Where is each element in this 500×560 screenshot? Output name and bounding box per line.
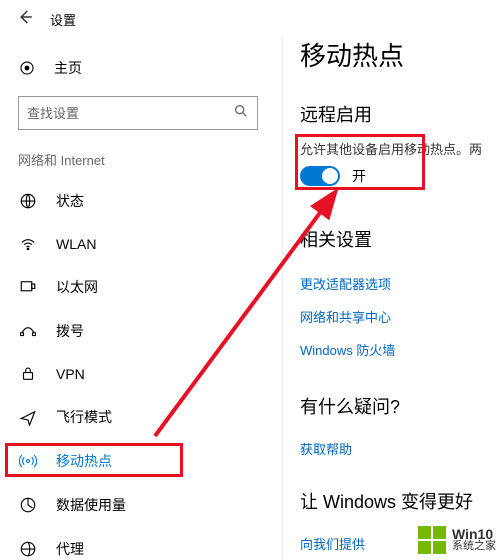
link-adapter-options[interactable]: 更改适配器选项 [300, 274, 500, 293]
search-wrap [18, 96, 262, 130]
sidebar-home-label: 主页 [54, 58, 82, 78]
search-input[interactable] [27, 106, 217, 121]
section-title-help: 有什么疑问? [300, 393, 500, 419]
search-icon [233, 103, 249, 124]
section-title-remote: 远程启用 [300, 101, 500, 127]
airplane-icon [18, 408, 38, 426]
section-title-related: 相关设置 [300, 226, 500, 252]
sidebar: 主页 网络和 Internet 状态 WLAN 以太网 拨号 [0, 48, 280, 560]
sidebar-group-label: 网络和 Internet [0, 144, 280, 179]
sidebar-item-label: 飞行模式 [56, 407, 112, 427]
toggle-label: 开 [352, 166, 366, 186]
wlan-icon [18, 235, 38, 253]
sidebar-item-status[interactable]: 状态 [0, 179, 280, 223]
related-settings-section: 相关设置 更改适配器选项 网络和共享中心 Windows 防火墙 [300, 226, 500, 359]
search-box[interactable] [18, 96, 258, 130]
sidebar-item-airplane[interactable]: 飞行模式 [0, 395, 280, 439]
sidebar-item-hotspot[interactable]: 移动热点 [0, 439, 280, 483]
settings-window: 设置 主页 网络和 Internet 状态 WLAN [0, 0, 500, 560]
sidebar-item-label: VPN [56, 366, 85, 382]
main-panel: 移动热点 远程启用 允许其他设备启用移动热点。两 开 相关设置 更改适配器选项 … [300, 36, 500, 560]
page-title: 移动热点 [300, 36, 500, 73]
proxy-icon [18, 540, 38, 558]
vpn-icon [18, 365, 38, 383]
sidebar-home[interactable]: 主页 [0, 48, 280, 88]
remote-desc: 允许其他设备启用移动热点。两 [300, 139, 500, 158]
sidebar-item-ethernet[interactable]: 以太网 [0, 265, 280, 309]
section-title-better: 让 Windows 变得更好 [300, 488, 500, 514]
sidebar-item-label: WLAN [56, 236, 96, 252]
status-icon [18, 192, 38, 210]
back-button[interactable] [16, 8, 34, 31]
sidebar-item-label: 拨号 [56, 321, 84, 341]
watermark-line1: Win10 [452, 528, 496, 540]
dialup-icon [18, 322, 38, 340]
remote-enable-toggle[interactable] [300, 166, 340, 186]
ethernet-icon [18, 278, 38, 296]
link-windows-firewall[interactable]: Windows 防火墙 [300, 340, 500, 359]
watermark-line2: 系统之家 [452, 540, 496, 552]
watermark-logo: Win10 系统之家 [418, 526, 496, 554]
link-get-help[interactable]: 获取帮助 [300, 439, 500, 458]
sidebar-item-label: 数据使用量 [56, 495, 126, 515]
home-icon [18, 59, 36, 77]
sidebar-item-vpn[interactable]: VPN [0, 353, 280, 395]
sidebar-item-datausage[interactable]: 数据使用量 [0, 483, 280, 527]
link-network-sharing[interactable]: 网络和共享中心 [300, 307, 500, 326]
remote-enable-section: 远程启用 允许其他设备启用移动热点。两 开 [300, 101, 500, 186]
datausage-icon [18, 496, 38, 514]
sidebar-item-proxy[interactable]: 代理 [0, 527, 280, 560]
sidebar-item-label: 状态 [56, 191, 84, 211]
sidebar-item-wlan[interactable]: WLAN [0, 223, 280, 265]
divider [282, 36, 283, 560]
back-arrow-icon [16, 8, 34, 26]
windows-logo-icon [418, 526, 446, 554]
sidebar-item-dialup[interactable]: 拨号 [0, 309, 280, 353]
sidebar-item-label: 以太网 [56, 277, 98, 297]
sidebar-item-label: 代理 [56, 539, 84, 559]
app-title: 设置 [50, 10, 76, 29]
sidebar-item-label: 移动热点 [56, 451, 112, 471]
hotspot-icon [18, 452, 38, 470]
help-section: 有什么疑问? 获取帮助 [300, 393, 500, 458]
